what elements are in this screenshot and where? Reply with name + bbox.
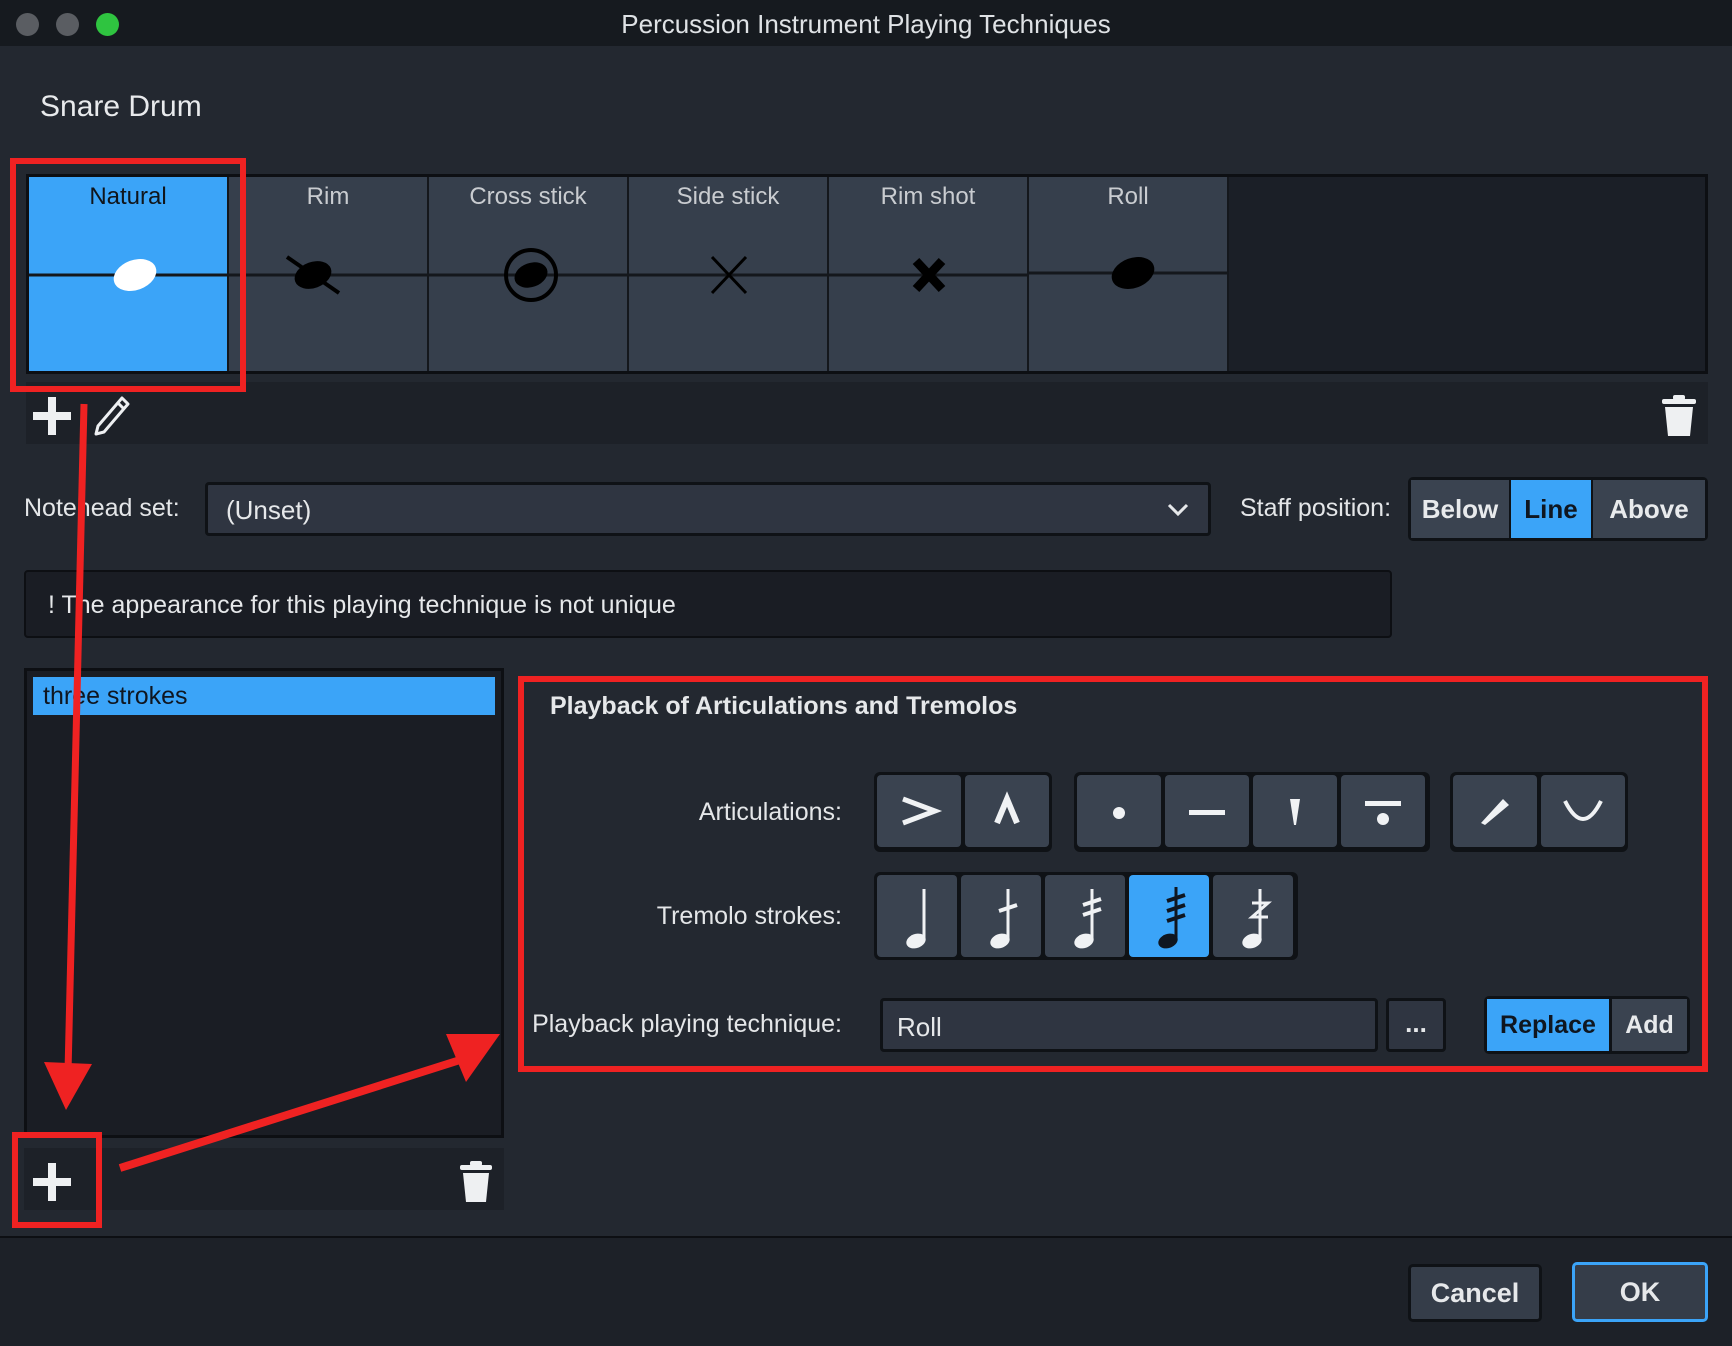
add-technique-icon[interactable]	[30, 394, 74, 438]
window-title: Percussion Instrument Playing Techniques	[621, 9, 1111, 39]
technique-roll[interactable]: Roll	[1029, 177, 1229, 371]
technique-label: Roll	[1107, 183, 1149, 210]
cross-stick-notehead-icon	[429, 248, 627, 302]
technique-rim-shot[interactable]: Rim shot	[829, 177, 1029, 371]
rim-notehead-icon	[229, 255, 427, 295]
delete-list-item-icon[interactable]	[458, 1160, 494, 1204]
playing-techniques-strip: Natural Rim Cross stick Side stick Rim s…	[26, 174, 1708, 374]
warning-text: ! The appearance for this playing techni…	[48, 591, 676, 619]
staff-position-label: Staff position:	[1240, 494, 1392, 522]
annotation-highlight-playback-panel	[518, 676, 1708, 1072]
list-item-label: three strokes	[43, 682, 188, 710]
notehead-set-label: Notehead set:	[24, 494, 180, 522]
playback-techniques-list: three strokes	[24, 668, 504, 1138]
technique-label: Rim shot	[880, 183, 976, 210]
edit-technique-icon[interactable]	[92, 394, 132, 438]
annotation-highlight-natural	[10, 158, 246, 392]
uniqueness-warning: ! The appearance for this playing techni…	[24, 570, 1392, 638]
rim-shot-notehead-icon	[829, 257, 1027, 293]
list-item[interactable]: three strokes	[33, 677, 495, 715]
notehead-set-value: (Unset)	[226, 495, 312, 525]
technique-label: Rim	[306, 183, 350, 210]
delete-technique-icon[interactable]	[1660, 394, 1698, 438]
techniques-toolbar	[26, 382, 1708, 444]
technique-side-stick[interactable]: Side stick	[629, 177, 829, 371]
technique-label: Side stick	[676, 183, 780, 210]
technique-label: Cross stick	[469, 183, 587, 210]
notehead-set-dropdown[interactable]: (Unset)	[205, 482, 1211, 536]
instrument-name: Snare Drum	[40, 90, 202, 123]
chevron-down-icon	[1167, 503, 1189, 517]
roll-notehead-icon	[1029, 257, 1227, 289]
technique-rim[interactable]: Rim	[229, 177, 429, 371]
annotation-highlight-add-button	[12, 1132, 102, 1228]
side-stick-notehead-icon	[629, 255, 827, 295]
cancel-button[interactable]: Cancel	[1408, 1264, 1542, 1322]
staff-position-above-button[interactable]: Above	[1593, 480, 1705, 538]
staff-position-line-button[interactable]: Line	[1511, 480, 1591, 538]
ok-button[interactable]: OK	[1572, 1262, 1708, 1322]
technique-cross-stick[interactable]: Cross stick	[429, 177, 629, 371]
staff-position-below-button[interactable]: Below	[1411, 480, 1509, 538]
staff-position-segmented-control: Below Line Above	[1408, 477, 1708, 541]
